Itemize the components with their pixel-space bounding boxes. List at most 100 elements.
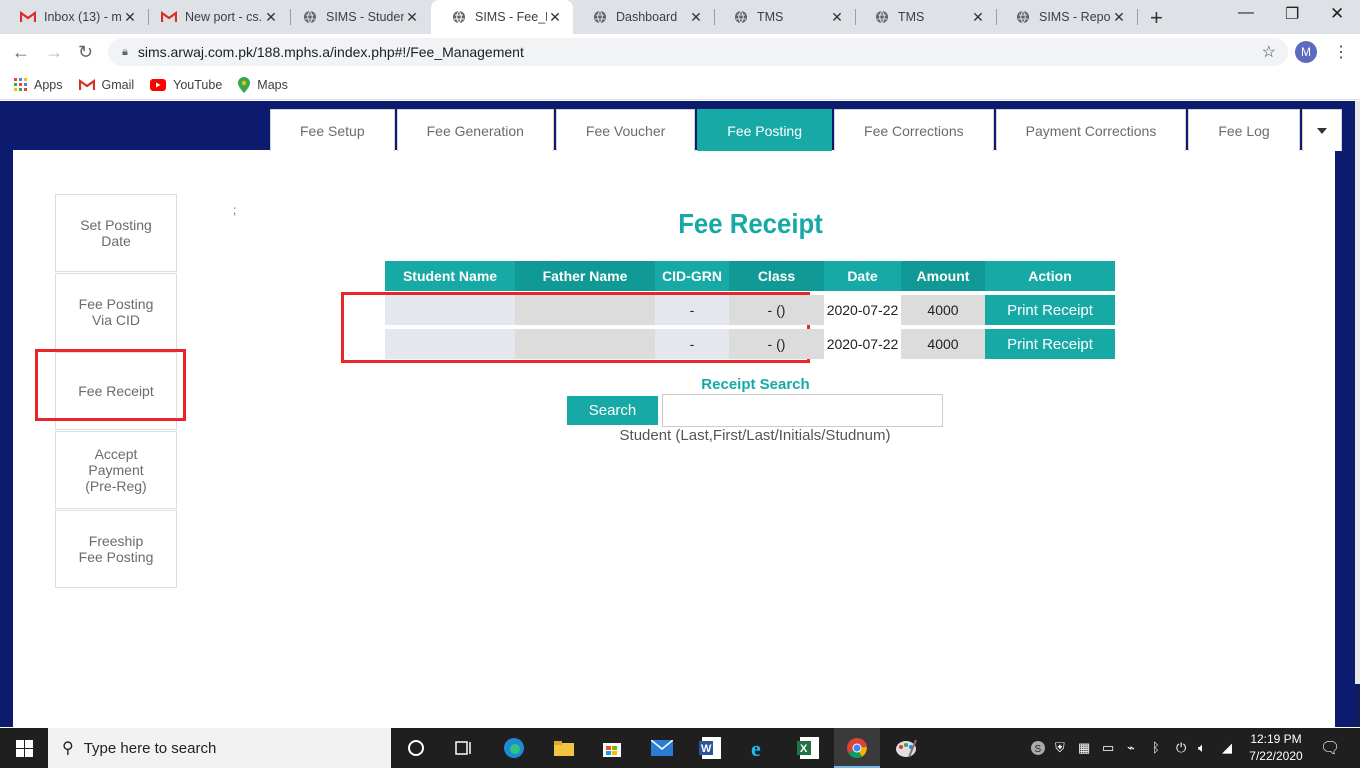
svg-text:X: X [800,743,808,755]
bookmark-label: Gmail [101,77,135,92]
father-name-cell [515,295,655,325]
browser-tab[interactable]: Inbox (13) - m ✕ [0,0,148,34]
highlight-box-sidebar [35,349,186,421]
file-explorer-icon[interactable] [552,736,576,760]
notifications-icon[interactable]: 🗨︎ [1320,738,1340,758]
bookmark-youtube[interactable]: YouTube [150,78,222,92]
cortana-icon[interactable] [404,736,428,760]
browser-tab[interactable]: SIMS - Student ✕ [282,0,430,34]
search-button[interactable]: Search [567,396,658,425]
display-icon[interactable]: ▭ [1102,740,1114,756]
reload-icon[interactable]: ↻ [78,42,93,63]
print-receipt-button[interactable]: Print Receipt [985,295,1115,325]
sidebar-item-set-posting-date[interactable]: Set Posting Date [55,194,177,272]
task-view-icon[interactable] [452,736,476,760]
store-icon[interactable] [600,736,624,760]
edge-icon[interactable] [502,736,526,760]
amount-cell: 4000 [901,295,985,325]
print-receipt-button[interactable]: Print Receipt [985,329,1115,359]
bookmark-label: Apps [34,77,63,92]
close-icon[interactable]: ✕ [970,9,986,26]
tab-payment-corrections[interactable]: Payment Corrections [995,109,1187,151]
close-icon[interactable]: ✕ [688,9,704,26]
internet-explorer-icon[interactable]: e [748,736,772,760]
skype-icon[interactable]: S [1030,740,1046,759]
start-button[interactable] [0,728,48,768]
scrollbar-track[interactable] [1355,101,1360,727]
new-tab-plus-icon[interactable]: + [1150,5,1163,31]
browser-tab[interactable]: Dashboard ✕ [572,0,714,34]
chrome-icon[interactable] [845,736,869,760]
menu-kebab-icon[interactable]: ⋮ [1333,42,1349,62]
clock-date: 7/22/2020 [1249,749,1303,763]
receipt-search-input[interactable] [662,394,943,427]
wifi-icon[interactable]: ◢ [1222,740,1232,756]
profile-avatar[interactable]: M [1295,41,1317,63]
stray-text: ; [233,203,237,217]
browser-tab-active[interactable]: SIMS - Fee_Ma ✕ [431,0,573,34]
fee-receipt-table: Student Name Father Name CID-GRN Class D… [385,257,1115,363]
close-icon[interactable]: ✕ [1111,9,1127,26]
power-icon[interactable]: ⏻ [1176,740,1186,756]
bookmark-star-icon[interactable]: ☆ [1262,42,1276,62]
column-header: Father Name [515,261,655,291]
system-clock[interactable]: 12:19 PM 7/22/2020 [1236,731,1316,765]
bookmark-gmail[interactable]: Gmail [78,77,135,92]
mail-icon[interactable] [650,736,674,760]
tab-fee-generation[interactable]: Fee Generation [396,109,554,151]
tab-fee-setup[interactable]: Fee Setup [270,109,395,151]
volume-icon[interactable]: 🔈︎ [1198,740,1206,756]
bookmark-label: YouTube [173,77,223,92]
word-icon[interactable]: W [698,736,722,760]
student-name-cell [385,329,515,359]
tab-fee-voucher[interactable]: Fee Voucher [555,109,696,151]
bookmark-apps[interactable]: Apps [14,78,63,92]
column-header: Student Name [385,261,515,291]
wifi-off-icon[interactable]: ⌁ [1127,740,1135,756]
tabs-more-dropdown[interactable] [1301,109,1342,151]
close-icon[interactable]: ✕ [263,9,279,26]
close-icon[interactable]: ✕ [547,9,563,26]
tab-fee-corrections[interactable]: Fee Corrections [834,109,994,151]
column-header: Date [824,261,901,291]
bookmark-maps[interactable]: Maps [238,76,288,93]
close-icon[interactable]: ✕ [829,9,845,26]
column-header: Action [985,261,1115,291]
security-icon[interactable]: ⛨ [1055,740,1065,756]
sidebar-item-freeship-fee-posting[interactable]: Freeship Fee Posting [55,510,177,588]
taskbar-search-box[interactable]: ⚲ Type here to search [48,728,391,768]
close-icon[interactable]: ✕ [122,9,138,26]
scrollbar-thumb[interactable] [1355,684,1360,727]
browser-tab-strip: Inbox (13) - m ✕ New port - cs. ✕ SIMS -… [0,0,1360,34]
url-field[interactable]: 🔒︎ sims.arwaj.com.pk/188.mphs.a/index.ph… [108,38,1288,66]
back-arrow-icon[interactable]: ← [12,42,30,63]
browser-tab[interactable]: TMS ✕ [854,0,996,34]
tab-fee-log[interactable]: Fee Log [1188,109,1300,151]
forward-arrow-icon[interactable]: → [45,42,63,63]
sidebar-item-label: Payment [88,462,144,478]
network-drive-icon[interactable]: ▦ [1078,740,1090,756]
tab-title: TMS [757,10,784,24]
table-header-row: Student Name Father Name CID-GRN Class D… [385,261,1115,291]
date-cell: 2020-07-22 [824,329,901,359]
sidebar-item-label: Accept [94,446,138,462]
gmail-icon [161,9,177,25]
close-icon[interactable]: ✕ [404,9,420,26]
browser-tab[interactable]: SIMS - Report ✕ [995,0,1137,34]
bluetooth-icon[interactable]: ᛒ [1152,740,1160,755]
tab-fee-posting[interactable]: Fee Posting [697,109,833,151]
taskbar-search-placeholder: Type here to search [83,739,217,757]
excel-icon[interactable]: X [796,736,820,760]
globe-icon [1015,9,1031,25]
apps-grid-icon [14,78,27,91]
paint-icon[interactable] [894,736,918,760]
minimize-icon[interactable]: — [1238,4,1254,22]
restore-icon[interactable]: ❐ [1285,4,1299,24]
tab-title: New port - cs. [185,10,263,24]
windows-logo-icon [15,739,33,757]
sidebar-item-fee-posting-via-cid[interactable]: Fee Posting Via CID [55,273,177,351]
sidebar-item-accept-payment[interactable]: Accept Payment (Pre-Reg) [55,431,177,509]
browser-tab[interactable]: TMS ✕ [713,0,855,34]
browser-tab[interactable]: New port - cs. ✕ [141,0,289,34]
window-close-icon[interactable]: ✕ [1330,4,1344,24]
